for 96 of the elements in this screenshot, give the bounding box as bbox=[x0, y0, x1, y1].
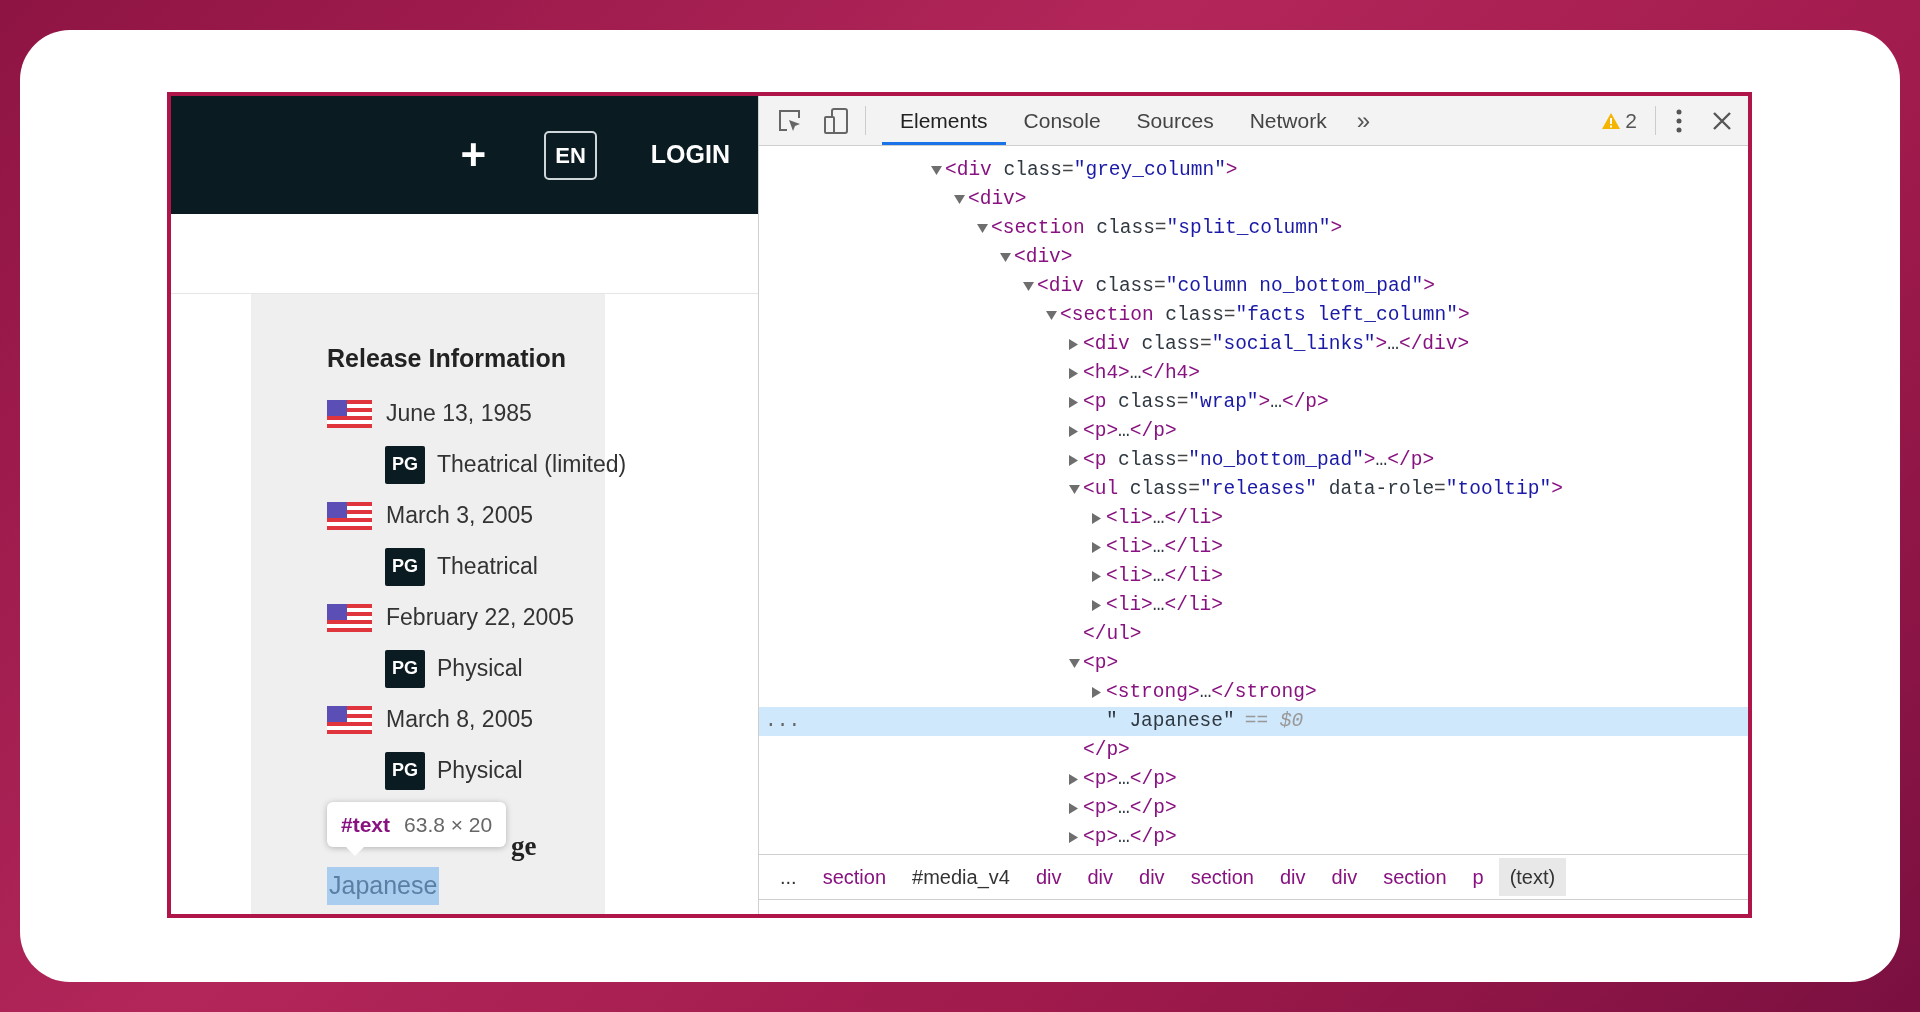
breadcrumb-item[interactable]: div bbox=[1128, 858, 1176, 896]
element-tag[interactable]: <ul class="releases" data-role="tooltip"> bbox=[1083, 475, 1563, 504]
flag-icon bbox=[327, 399, 372, 428]
expand-triangle-icon[interactable] bbox=[1092, 513, 1101, 524]
expand-triangle-icon[interactable] bbox=[1069, 339, 1078, 350]
console-reference: == $0 bbox=[1244, 709, 1304, 734]
expand-triangle-icon[interactable] bbox=[1069, 774, 1078, 785]
collapse-triangle-icon[interactable] bbox=[1069, 485, 1080, 494]
rating-badge: PG bbox=[385, 751, 425, 790]
devtools-tab[interactable]: Console bbox=[1005, 96, 1119, 145]
element-tag[interactable]: <p>…</p> bbox=[1083, 823, 1177, 852]
expand-triangle-icon[interactable] bbox=[1092, 542, 1101, 553]
expand-triangle-icon[interactable] bbox=[1069, 803, 1078, 814]
element-tag[interactable]: <p> bbox=[1083, 649, 1119, 678]
expand-triangle-icon[interactable] bbox=[1092, 571, 1101, 582]
element-tag[interactable]: <div class="column no_bottom_pad"> bbox=[1037, 272, 1435, 301]
flag-icon bbox=[327, 603, 372, 632]
release-type: Physical bbox=[437, 654, 523, 684]
collapse-triangle-icon[interactable] bbox=[977, 224, 988, 233]
expand-triangle-icon[interactable] bbox=[1092, 600, 1101, 611]
breadcrumb-item[interactable]: ... bbox=[769, 858, 808, 896]
breadcrumb-item[interactable]: section bbox=[1179, 858, 1265, 896]
expand-triangle-icon[interactable] bbox=[1069, 368, 1078, 379]
flag-icon bbox=[327, 501, 372, 530]
device-toggle-icon[interactable] bbox=[823, 106, 849, 135]
element-tag[interactable]: <p class="wrap">…</p> bbox=[1083, 388, 1329, 417]
warning-count: 2 bbox=[1625, 107, 1637, 134]
element-tag[interactable]: <li>…</li> bbox=[1106, 504, 1224, 533]
flag-icon bbox=[327, 705, 372, 734]
collapse-triangle-icon[interactable] bbox=[931, 166, 942, 175]
release-date: March 8, 2005 bbox=[386, 705, 534, 735]
breadcrumb-item[interactable]: div bbox=[1076, 858, 1125, 896]
rating-badge: PG bbox=[385, 547, 425, 586]
collapse-triangle-icon[interactable] bbox=[1069, 659, 1080, 668]
breadcrumb-item[interactable]: #media_v4 bbox=[901, 858, 1021, 896]
expand-triangle-icon[interactable] bbox=[1069, 397, 1078, 408]
release-type: Theatrical bbox=[437, 552, 538, 582]
release-date: March 3, 2005 bbox=[386, 501, 534, 531]
warning-icon bbox=[1601, 111, 1622, 130]
text-node[interactable]: " Japanese" bbox=[1106, 707, 1235, 736]
more-tabs-button[interactable]: » bbox=[1344, 96, 1383, 145]
element-tag[interactable]: <div> bbox=[968, 185, 1027, 214]
element-tag[interactable]: <div class="social_links">…</div> bbox=[1083, 330, 1470, 359]
breadcrumb-item[interactable]: section bbox=[811, 858, 898, 896]
element-tag[interactable]: <p>…</p> bbox=[1083, 417, 1177, 446]
devtools-tab[interactable]: Elements bbox=[882, 96, 1006, 145]
closing-tag: </p> bbox=[1083, 736, 1130, 765]
release-type: Physical bbox=[437, 756, 523, 786]
breadcrumb-item[interactable]: section bbox=[1372, 858, 1458, 896]
rating-badge: PG bbox=[385, 649, 425, 688]
inspect-icon[interactable] bbox=[777, 107, 803, 134]
row-menu-dots[interactable]: ... bbox=[765, 710, 801, 732]
element-tag[interactable]: <p>…</p> bbox=[1083, 765, 1177, 794]
expand-triangle-icon[interactable] bbox=[1092, 687, 1101, 698]
rating-badge: PG bbox=[385, 445, 425, 484]
expand-triangle-icon[interactable] bbox=[1069, 426, 1078, 437]
selected-row[interactable]: ... " Japanese" == $0 bbox=[759, 707, 1748, 736]
collapse-triangle-icon[interactable] bbox=[954, 195, 965, 204]
element-tag[interactable]: <strong>…</strong> bbox=[1106, 678, 1317, 707]
warnings-button[interactable]: 2 bbox=[1595, 96, 1643, 145]
breadcrumb-item[interactable]: div bbox=[1024, 858, 1073, 896]
node-type: #text bbox=[341, 811, 391, 838]
release-date: June 13, 1985 bbox=[386, 399, 532, 429]
collapse-triangle-icon[interactable] bbox=[1000, 253, 1011, 262]
language-value: Japanese bbox=[327, 867, 440, 905]
element-tag[interactable]: <h4>…</h4> bbox=[1083, 359, 1201, 388]
section-heading: Release Information bbox=[327, 343, 567, 374]
breadcrumb-item[interactable]: (text) bbox=[1498, 858, 1567, 896]
expand-triangle-icon[interactable] bbox=[1069, 832, 1078, 843]
breadcrumb-item[interactable]: div bbox=[1320, 858, 1369, 896]
expand-triangle-icon[interactable] bbox=[1069, 455, 1078, 466]
element-tag[interactable]: <section class="split_column"> bbox=[991, 214, 1343, 243]
add-button[interactable]: + bbox=[460, 133, 487, 177]
breadcrumb-item[interactable]: div bbox=[1269, 858, 1317, 896]
element-tag[interactable]: <div class="grey_column"> bbox=[945, 156, 1238, 185]
devtools-tab[interactable]: Network bbox=[1231, 96, 1345, 145]
element-tag[interactable]: <li>…</li> bbox=[1106, 533, 1224, 562]
element-tag[interactable]: <div> bbox=[1014, 243, 1073, 272]
close-icon[interactable] bbox=[1712, 110, 1732, 131]
collapse-triangle-icon[interactable] bbox=[1046, 311, 1057, 320]
element-tag[interactable]: <li>…</li> bbox=[1106, 562, 1224, 591]
closing-tag: </ul> bbox=[1083, 620, 1142, 649]
element-tag[interactable]: <p class="no_bottom_pad">…</p> bbox=[1083, 446, 1435, 475]
collapse-triangle-icon[interactable] bbox=[1023, 282, 1034, 291]
login-link[interactable]: LOGIN bbox=[650, 136, 730, 174]
section-heading: ge bbox=[511, 831, 538, 862]
devtools-tab[interactable]: Sources bbox=[1118, 96, 1232, 145]
breadcrumb-item[interactable]: p bbox=[1461, 858, 1495, 896]
language-button[interactable]: EN bbox=[544, 130, 597, 180]
more-options-icon[interactable] bbox=[1676, 108, 1682, 133]
release-date: February 22, 2005 bbox=[386, 603, 574, 633]
element-tag[interactable]: <p>…</p> bbox=[1083, 794, 1177, 823]
node-size: 63.8 × 20 bbox=[404, 811, 493, 838]
element-tag[interactable]: <section class="facts left_column"> bbox=[1060, 301, 1470, 330]
element-tag[interactable]: <li>…</li> bbox=[1106, 591, 1224, 620]
release-type: Theatrical (limited) bbox=[437, 450, 627, 480]
